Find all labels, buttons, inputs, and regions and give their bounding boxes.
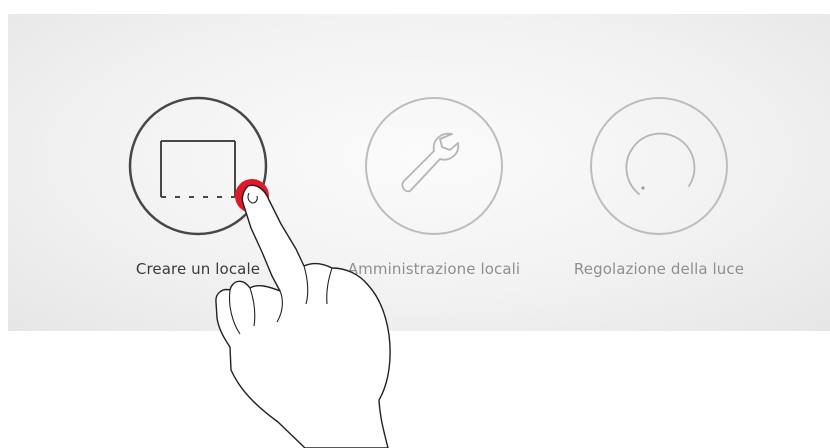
room-administration-menu-item[interactable]: Amministrazione locali xyxy=(314,14,554,331)
light-control-button[interactable] xyxy=(589,96,729,236)
room-administration-label: Amministrazione locali xyxy=(347,260,521,278)
dimmer-dial-icon xyxy=(625,132,696,195)
light-control-menu-item[interactable]: Regolazione della luce xyxy=(539,14,779,331)
wrench-icon xyxy=(401,132,460,193)
menu-panel: Creare un locale Amministrazione locali … xyxy=(8,14,830,331)
create-room-menu-item[interactable]: Creare un locale xyxy=(78,14,318,331)
touch-screen: Creare un locale Amministrazione locali … xyxy=(0,0,830,448)
create-room-button[interactable] xyxy=(128,96,268,236)
create-room-label: Creare un locale xyxy=(135,260,261,278)
light-control-label: Regolazione della luce xyxy=(573,260,745,278)
room-frame-icon xyxy=(160,140,236,198)
room-administration-button[interactable] xyxy=(364,96,504,236)
